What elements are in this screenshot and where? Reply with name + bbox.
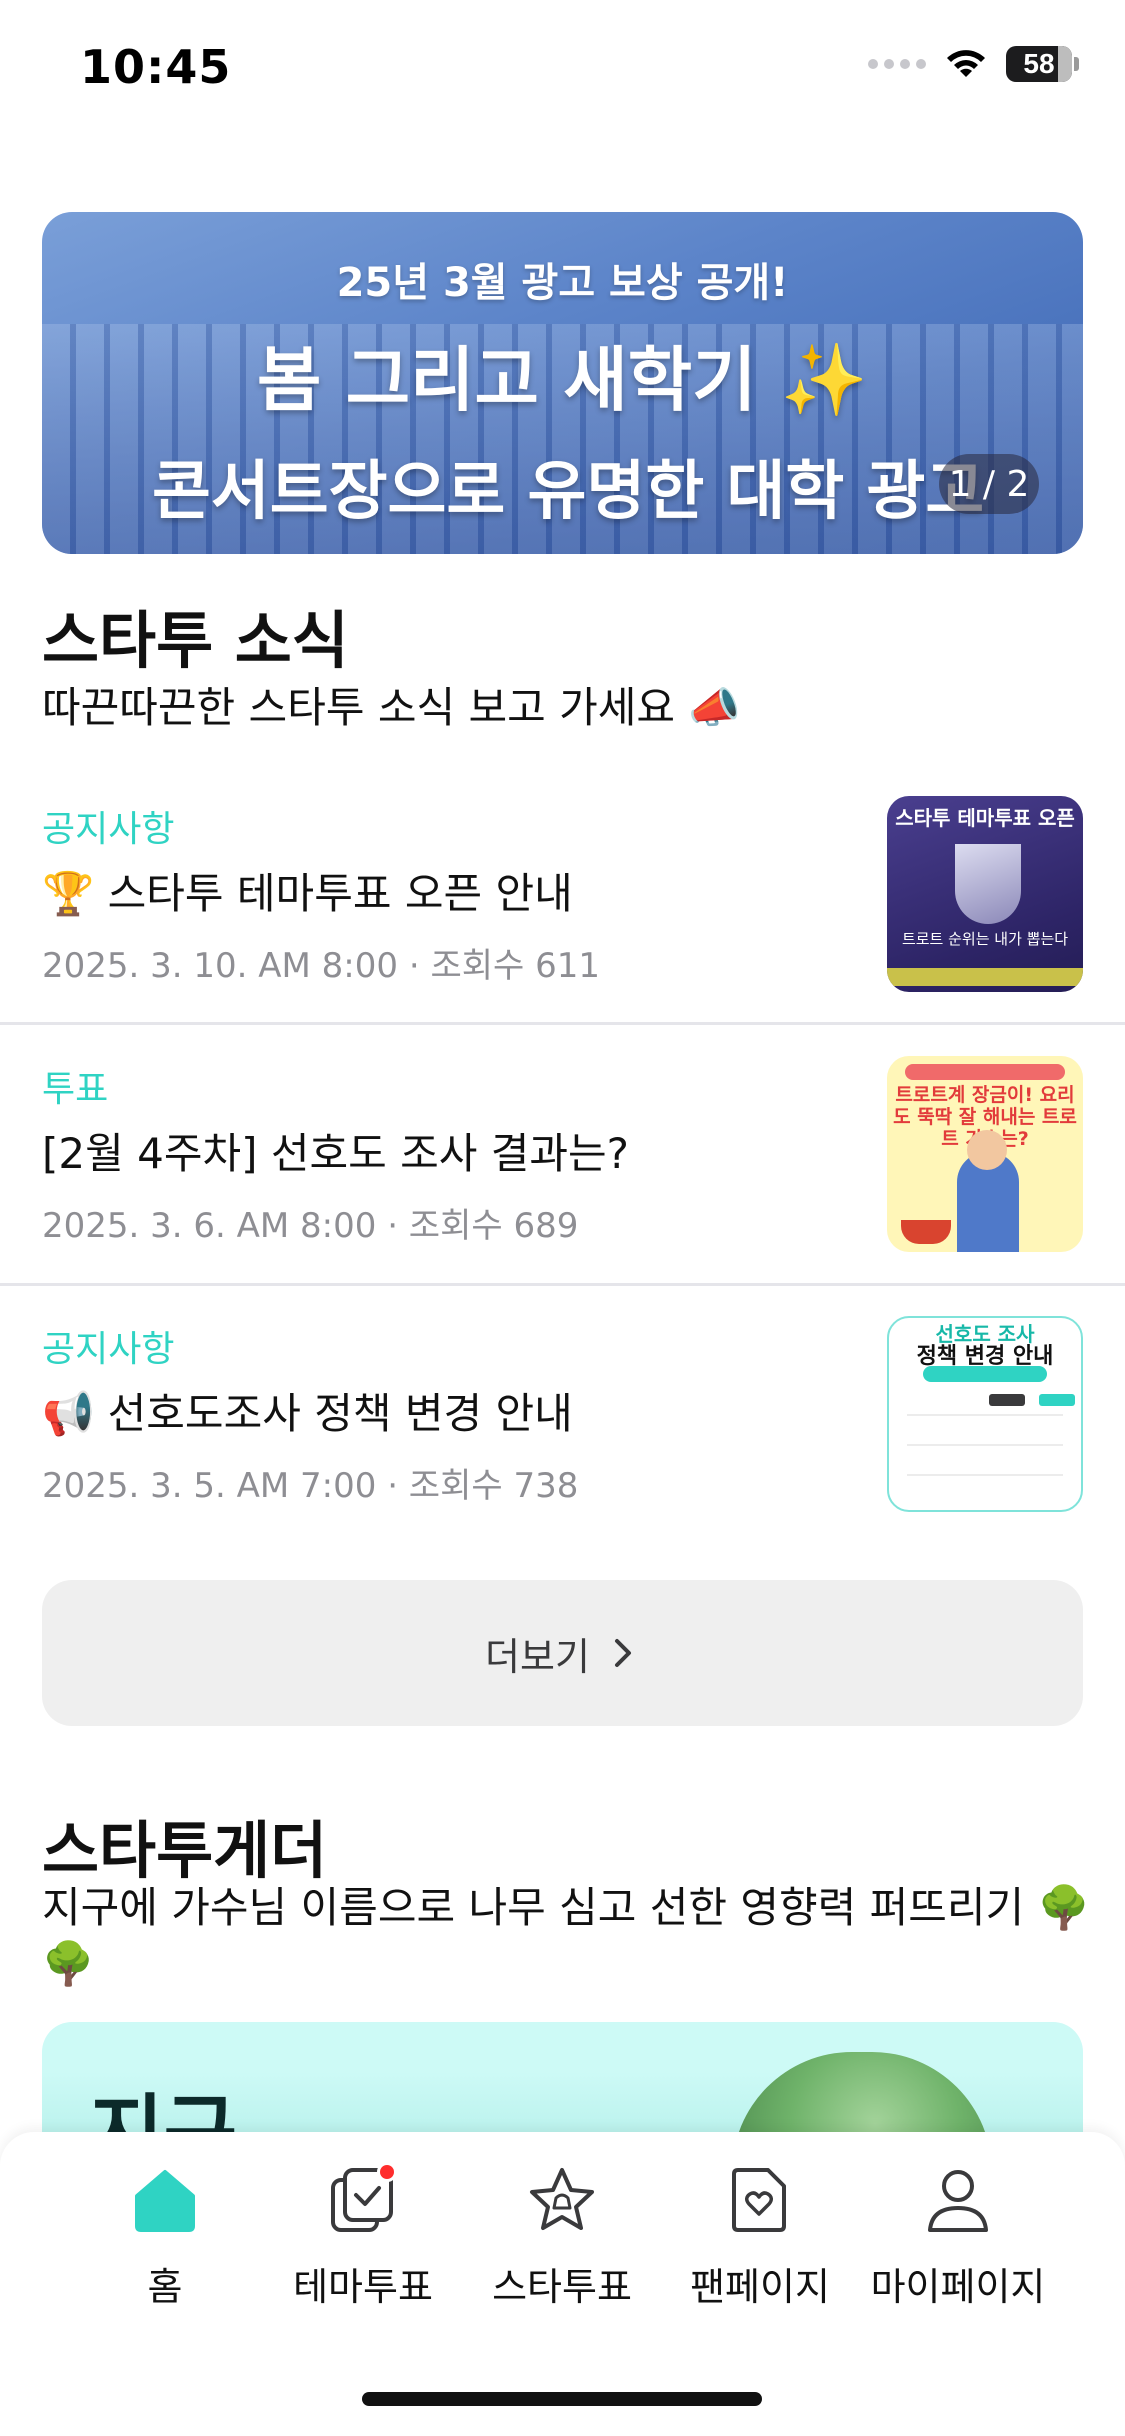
gather-banner-text: 지구 bbox=[90, 2086, 238, 2142]
tree-illustration bbox=[732, 2052, 992, 2142]
divider bbox=[0, 1022, 1125, 1025]
thumbnail-row bbox=[907, 1474, 1063, 1476]
star-vote-icon bbox=[530, 2168, 594, 2230]
more-button[interactable]: 더보기 bbox=[42, 1580, 1083, 1726]
gather-section-description: 지구에 가수님 이름으로 나무 심고 선한 영향력 퍼뜨리기 🌳 🌳 bbox=[42, 1883, 1090, 1988]
chevron-right-icon bbox=[614, 1639, 631, 1667]
tab-label: 마이페이지 bbox=[870, 2265, 1046, 2309]
banner-subtitle: 25년 3월 광고 보상 공개! bbox=[336, 260, 789, 306]
tab-label: 팬페이지 bbox=[690, 2265, 830, 2309]
status-bar: 10:45 58 bbox=[0, 0, 1125, 140]
more-button-label: 더보기 bbox=[485, 1634, 590, 1679]
news-meta: 2025. 3. 5. AM 7:00 · 조회수 738 bbox=[42, 1466, 579, 1506]
news-category: 공지사항 bbox=[42, 1329, 175, 1370]
thumbnail-title: 스타투 테마투표 오픈 bbox=[895, 806, 1075, 830]
status-icons: 58 bbox=[868, 46, 1079, 82]
banner-caption: 콘서트장으로 유명한 대학 광고 bbox=[152, 455, 985, 529]
news-thumbnail: 선호도 조사 정책 변경 안내 bbox=[887, 1316, 1083, 1512]
promo-banner[interactable]: 25년 3월 광고 보상 공개! 봄 그리고 새학기 ✨ 콘서트장으로 유명한 … bbox=[42, 212, 1083, 554]
news-section-description: 따끈따끈한 스타투 소식 보고 가세요 📣 bbox=[42, 683, 741, 732]
notification-badge bbox=[377, 2162, 397, 2182]
fan-page-icon bbox=[732, 2168, 786, 2232]
thumbnail-band bbox=[887, 968, 1083, 986]
news-title: [2월 4주차] 선호도 조사 결과는? bbox=[42, 1129, 629, 1178]
status-time: 10:45 bbox=[80, 40, 232, 94]
trophy-icon bbox=[955, 844, 1021, 924]
tab-home[interactable]: 홈 bbox=[65, 2162, 265, 2322]
news-list-item[interactable]: 투표 [2월 4주차] 선호도 조사 결과는? 2025. 3. 6. AM 8… bbox=[0, 1056, 1125, 1320]
tab-star-vote[interactable]: 스타투표 bbox=[462, 2162, 662, 2322]
pot-icon bbox=[901, 1220, 951, 1244]
banner-headline: 봄 그리고 새학기 ✨ bbox=[256, 339, 869, 421]
news-title: 🏆 스타투 테마투표 오픈 안내 bbox=[42, 869, 573, 918]
news-meta: 2025. 3. 6. AM 8:00 · 조회수 689 bbox=[42, 1206, 579, 1246]
theme-vote-icon bbox=[325, 2162, 401, 2238]
wifi-icon bbox=[947, 50, 985, 77]
tab-theme-vote[interactable]: 테마투표 bbox=[263, 2162, 463, 2322]
thumbnail-row bbox=[907, 1444, 1063, 1446]
chef-face bbox=[967, 1130, 1007, 1170]
news-title: 📢 선호도조사 정책 변경 안내 bbox=[42, 1389, 573, 1438]
home-indicator[interactable] bbox=[362, 2392, 762, 2406]
thumbnail-row bbox=[907, 1414, 1063, 1416]
thumbnail-bar bbox=[923, 1366, 1047, 1382]
tab-label: 홈 bbox=[147, 2265, 183, 2309]
news-list-item[interactable]: 공지사항 📢 선호도조사 정책 변경 안내 2025. 3. 5. AM 7:0… bbox=[0, 1316, 1125, 1580]
battery-level-text: 58 bbox=[1023, 48, 1055, 79]
thumbnail-cell bbox=[989, 1394, 1025, 1406]
news-thumbnail: 스타투 테마투표 오픈 트로트 순위는 내가 뽑는다 bbox=[887, 796, 1083, 992]
gather-banner[interactable]: 지구 bbox=[42, 2022, 1083, 2142]
news-list-item[interactable]: 공지사항 🏆 스타투 테마투표 오픈 안내 2025. 3. 10. AM 8:… bbox=[0, 796, 1125, 1060]
news-meta: 2025. 3. 10. AM 8:00 · 조회수 611 bbox=[42, 946, 600, 986]
news-section-title: 스타투 소식 bbox=[42, 604, 349, 677]
my-page-icon bbox=[928, 2170, 988, 2232]
tab-label: 스타투표 bbox=[492, 2265, 632, 2309]
bottom-tab-bar: 홈 테마투표 스타투표 팬페이지 마이페이지 bbox=[0, 2132, 1125, 2436]
news-thumbnail: 트로트계 장금이! 요리도 뚝딱 잘 해내는 트로트 가수는? bbox=[887, 1056, 1083, 1252]
tab-label: 테마투표 bbox=[293, 2265, 433, 2309]
news-category: 공지사항 bbox=[42, 809, 175, 850]
tab-my-page[interactable]: 마이페이지 bbox=[858, 2162, 1058, 2322]
gather-section-title: 스타투게더 bbox=[42, 1814, 328, 1887]
cellular-signal-icon bbox=[868, 59, 926, 69]
battery-icon: 58 bbox=[1006, 46, 1079, 82]
home-icon bbox=[135, 2170, 195, 2232]
thumbnail-tag bbox=[905, 1064, 1065, 1080]
divider bbox=[0, 1283, 1125, 1286]
tab-fan-page[interactable]: 팬페이지 bbox=[660, 2162, 860, 2322]
banner-pager: 1 / 2 bbox=[939, 454, 1039, 514]
news-category: 투표 bbox=[42, 1069, 109, 1110]
thumbnail-text: 트로트 순위는 내가 뽑는다 bbox=[901, 930, 1069, 948]
thumbnail-cell bbox=[1039, 1394, 1075, 1406]
